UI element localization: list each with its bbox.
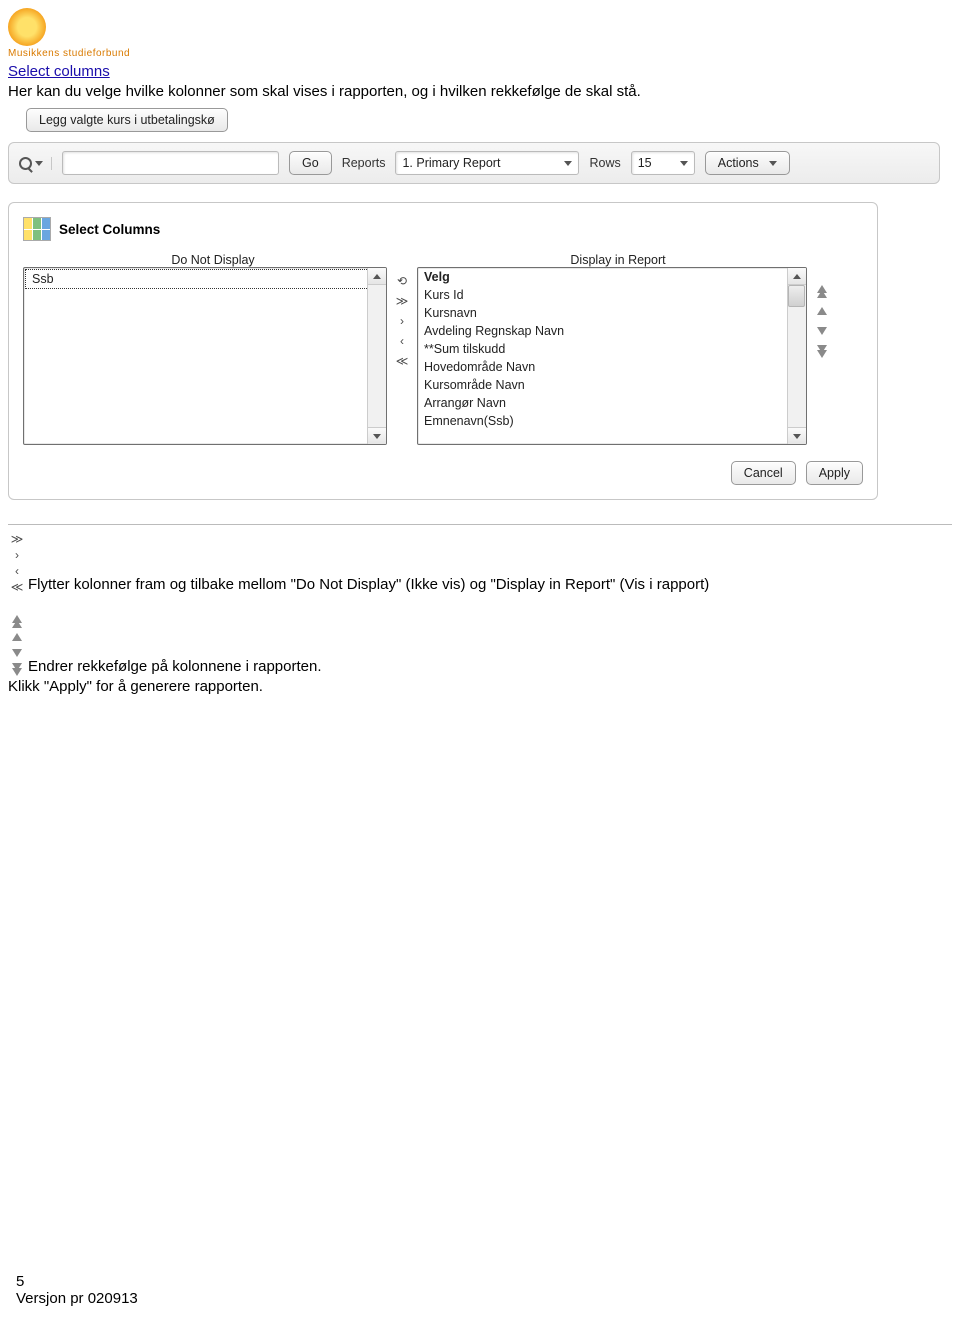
move-right-icon: › — [8, 547, 26, 563]
chevron-down-icon — [35, 161, 43, 166]
order-icons-illustration — [8, 613, 26, 677]
scroll-up-button[interactable] — [368, 268, 386, 285]
move-left-icon: ‹ — [8, 563, 26, 579]
chevron-down-icon — [680, 161, 688, 166]
scroll-down-button[interactable] — [368, 427, 386, 444]
move-all-right-button[interactable]: ≫ — [393, 293, 411, 309]
list-item[interactable]: Kursområde Navn — [418, 376, 806, 394]
move-down-icon — [8, 645, 26, 661]
version-text: Versjon pr 020913 — [16, 1290, 138, 1307]
scrollbar-thumb[interactable] — [788, 285, 805, 307]
reports-select[interactable]: 1. Primary Report — [395, 151, 579, 175]
list-item[interactable]: Hovedområde Navn — [418, 358, 806, 376]
select-columns-panel: Select Columns Do Not Display Display in… — [8, 202, 878, 500]
section-title: Select columns — [8, 63, 952, 80]
apply-button[interactable]: Apply — [806, 461, 863, 485]
scrollbar[interactable] — [787, 268, 806, 444]
display-in-report-list[interactable]: Velg Kurs Id Kursnavn Avdeling Regnskap … — [417, 267, 807, 445]
move-bottom-button[interactable] — [813, 343, 831, 359]
list-item[interactable]: Avdeling Regnskap Navn — [418, 322, 806, 340]
page-footer: 5 Versjon pr 020913 — [16, 1273, 138, 1307]
chevron-down-icon — [769, 161, 777, 166]
columns-icon — [23, 217, 51, 241]
queue-button[interactable]: Legg valgte kurs i utbetalingskø — [26, 108, 228, 132]
report-toolbar: Go Reports 1. Primary Report Rows 15 Act… — [8, 142, 940, 184]
sun-icon — [8, 8, 46, 46]
panel-title: Select Columns — [59, 222, 160, 237]
scroll-up-button[interactable] — [788, 268, 806, 285]
separator — [8, 524, 952, 525]
reports-select-value: 1. Primary Report — [402, 156, 500, 170]
list-item[interactable]: Ssb — [25, 269, 385, 289]
right-list-header: Display in Report — [423, 253, 813, 267]
search-icon — [19, 157, 32, 170]
move-up-icon — [8, 629, 26, 645]
move-down-button[interactable] — [813, 323, 831, 339]
actions-button[interactable]: Actions — [705, 151, 790, 175]
list-item[interactable]: Kurs Id — [418, 286, 806, 304]
reset-button[interactable]: ⟲ — [393, 273, 411, 289]
page-number: 5 — [16, 1273, 138, 1290]
cancel-button[interactable]: Cancel — [731, 461, 796, 485]
order-buttons — [811, 267, 833, 359]
actions-label: Actions — [718, 156, 759, 170]
scroll-down-button[interactable] — [788, 427, 806, 444]
rows-select[interactable]: 15 — [631, 151, 695, 175]
chevron-down-icon — [564, 161, 572, 166]
scrollbar[interactable] — [367, 268, 386, 444]
order-explain-text: Endrer rekkefølge på kolonnene i rapport… — [28, 657, 322, 677]
move-bottom-icon — [8, 661, 26, 677]
search-menu[interactable] — [19, 157, 52, 170]
rows-select-value: 15 — [638, 156, 652, 170]
left-list-header: Do Not Display — [23, 253, 403, 267]
move-explain-text: Flytter kolonner fram og tilbake mellom … — [28, 575, 709, 595]
search-input[interactable] — [62, 151, 279, 175]
move-top-icon — [8, 613, 26, 629]
shuttle-icons-illustration: ≫ › ‹ ≪ — [8, 531, 26, 595]
move-top-button[interactable] — [813, 283, 831, 299]
do-not-display-list[interactable]: Ssb — [23, 267, 387, 445]
list-item[interactable]: Arrangør Navn — [418, 394, 806, 412]
move-all-left-button[interactable]: ≪ — [393, 353, 411, 369]
brand-logo: Musikkens studieforbund — [8, 8, 952, 59]
move-right-button[interactable]: › — [393, 313, 411, 329]
apply-explain-text: Klikk "Apply" for å generere rapporten. — [8, 677, 952, 697]
reports-label: Reports — [342, 156, 386, 170]
move-all-left-icon: ≪ — [8, 579, 26, 595]
shuttle-move-buttons: ⟲ ≫ › ‹ ≪ — [391, 267, 413, 369]
list-item[interactable]: **Sum tilskudd — [418, 340, 806, 358]
brand-name: Musikkens studieforbund — [8, 48, 130, 59]
move-up-button[interactable] — [813, 303, 831, 319]
move-left-button[interactable]: ‹ — [393, 333, 411, 349]
rows-label: Rows — [589, 156, 620, 170]
go-button[interactable]: Go — [289, 151, 332, 175]
list-item[interactable]: Emnenavn(Ssb) — [418, 412, 806, 430]
list-item[interactable]: Kursnavn — [418, 304, 806, 322]
move-all-right-icon: ≫ — [8, 531, 26, 547]
section-intro: Her kan du velge hvilke kolonner som ska… — [8, 82, 952, 102]
list-item[interactable]: Velg — [418, 268, 806, 286]
